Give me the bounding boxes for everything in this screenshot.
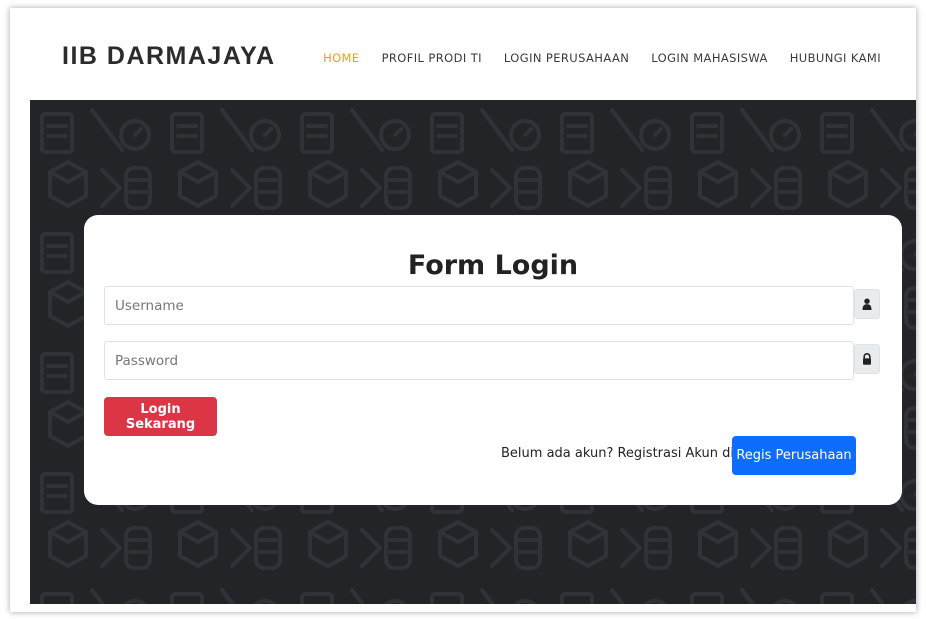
nav-login-perusahaan[interactable]: LOGIN PERUSAHAAN (504, 51, 629, 65)
nav-login-mahasiswa[interactable]: LOGIN MAHASISWA (651, 51, 768, 65)
brand-logo[interactable]: IIB DARMAJAYA (62, 42, 276, 71)
main-nav: HOME PROFIL PRODI TI LOGIN PERUSAHAAN LO… (323, 51, 881, 65)
hero-section: Form Login Login Sekarang Belum ada akun… (30, 100, 916, 604)
nav-home[interactable]: HOME (323, 51, 360, 65)
nav-profil-prodi[interactable]: PROFIL PRODI TI (382, 51, 482, 65)
username-input[interactable] (104, 286, 854, 325)
lock-icon (854, 344, 880, 374)
footer-strip (30, 604, 916, 612)
form-title: Form Login (407, 250, 579, 281)
register-company-button[interactable]: Regis Perusahaan (732, 436, 856, 475)
password-input[interactable] (104, 341, 854, 380)
register-prompt: Belum ada akun? Registrasi Akun disini (501, 446, 757, 461)
navbar: IIB DARMAJAYA HOME PROFIL PRODI TI LOGIN… (10, 8, 916, 100)
user-icon (854, 289, 880, 319)
login-button[interactable]: Login Sekarang (104, 397, 217, 436)
login-card: Form Login Login Sekarang Belum ada akun… (84, 215, 902, 505)
browser-frame: IIB DARMAJAYA HOME PROFIL PRODI TI LOGIN… (10, 8, 916, 612)
nav-hubungi-kami[interactable]: HUBUNGI KAMI (790, 51, 881, 65)
